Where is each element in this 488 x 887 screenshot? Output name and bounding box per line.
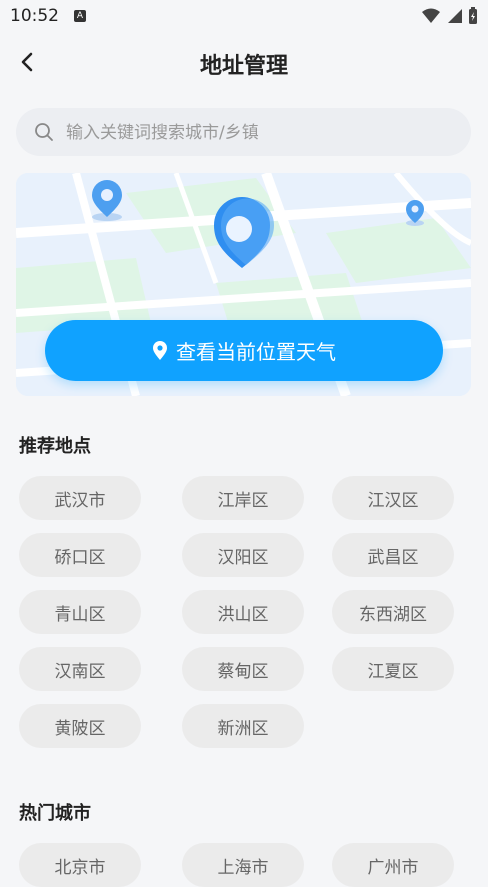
location-chip[interactable]: 青山区 [19, 590, 141, 634]
location-chip[interactable]: 东西湖区 [332, 590, 454, 634]
location-chip[interactable]: 江汉区 [332, 476, 454, 520]
page-title: 地址管理 [199, 54, 288, 79]
city-chip[interactable]: 广州市 [332, 843, 454, 887]
search-bar[interactable] [16, 108, 471, 158]
location-chip[interactable]: 新洲区 [182, 704, 304, 748]
location-chip[interactable]: 硚口区 [19, 533, 141, 577]
location-chip[interactable]: 洪山区 [182, 590, 304, 634]
notification-icon: A [74, 10, 86, 22]
city-chip[interactable]: 北京市 [19, 843, 141, 887]
recommended-section-title: 推荐地点 [19, 436, 91, 457]
view-current-location-weather-button[interactable]: 查看当前位置天气 [45, 320, 443, 381]
search-input[interactable] [64, 108, 458, 158]
status-icons [422, 7, 478, 25]
location-chip[interactable]: 武昌区 [332, 533, 454, 577]
location-pin-icon [153, 340, 167, 360]
search-icon [35, 123, 53, 141]
location-chip[interactable]: 黄陂区 [19, 704, 141, 748]
hot-cities-section-title: 热门城市 [19, 803, 91, 824]
location-chip[interactable]: 蔡甸区 [182, 647, 304, 691]
locate-button-label: 查看当前位置天气 [176, 340, 336, 364]
status-bar: 10:52 A [0, 0, 488, 32]
location-chip[interactable]: 武汉市 [19, 476, 141, 520]
battery-icon [469, 7, 477, 24]
city-chip[interactable]: 上海市 [182, 843, 304, 887]
signal-icon [448, 9, 462, 23]
location-chip[interactable]: 汉阳区 [182, 533, 304, 577]
wifi-icon [422, 8, 440, 23]
status-time: 10:52 [10, 6, 59, 26]
location-chip[interactable]: 江夏区 [332, 647, 454, 691]
location-chip[interactable]: 汉南区 [19, 647, 141, 691]
header: 地址管理 [0, 36, 488, 88]
location-chip[interactable]: 江岸区 [182, 476, 304, 520]
